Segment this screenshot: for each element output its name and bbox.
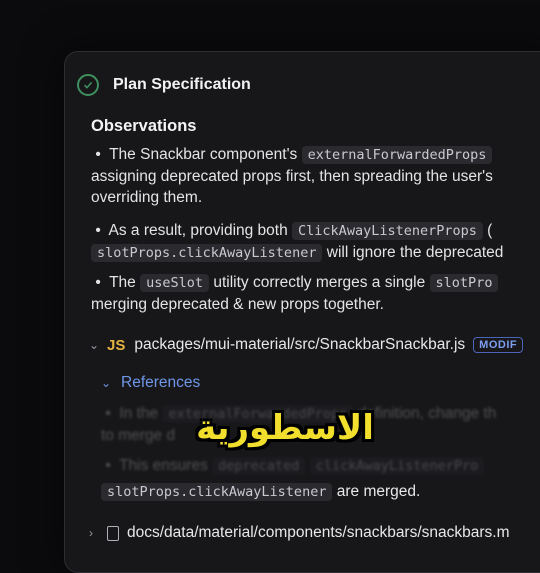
references-label[interactable]: References: [121, 374, 200, 392]
code-use-slot: useSlot: [140, 274, 210, 292]
code-clickaway-listener-props: ClickAwayListenerProps: [292, 222, 483, 240]
file-path[interactable]: packages/mui-material/src/SnackbarSnackb…: [134, 336, 465, 354]
bullet: •: [95, 274, 101, 291]
bullet: •: [105, 457, 111, 474]
code-slotpro: slotPro: [429, 274, 499, 292]
reference-2: • This ensures deprecated clickAwayListe…: [101, 455, 485, 477]
document-icon: [107, 525, 119, 541]
plan-specification-panel: Plan Specification Observations • The Sn…: [64, 51, 540, 573]
panel-header: Plan Specification: [77, 74, 251, 96]
obs2-text: As a result, providing both: [108, 222, 293, 239]
obs2-line2: will ignore the deprecated: [322, 244, 504, 261]
ref1-text: In the: [119, 405, 163, 422]
bullet: •: [95, 146, 101, 163]
obs2-paren: (: [482, 222, 493, 239]
js-file-icon: JS: [107, 336, 126, 354]
observation-1: • The Snackbar component's externalForwa…: [91, 144, 493, 208]
check-circle-icon: [77, 74, 99, 96]
code-ref2: deprecated: [212, 457, 306, 475]
code-slotprops-clickaway-2: slotProps.clickAwayListener: [101, 483, 333, 501]
obs1-line2: assigning deprecated props first, then s…: [91, 168, 493, 185]
reference-2-line2: slotProps.clickAwayListener are merged.: [101, 481, 420, 503]
observation-2: • As a result, providing both ClickAwayL…: [91, 220, 503, 264]
panel-title: Plan Specification: [113, 76, 251, 93]
obs3-line2: merging deprecated & new props together.: [91, 296, 384, 313]
chevron-down-icon[interactable]: ⌄: [101, 376, 115, 390]
obs1-text: The Snackbar component's: [109, 146, 302, 163]
code-external-forwarded-props: externalForwardedProps: [301, 146, 493, 164]
references-toggle[interactable]: ⌄ References: [101, 374, 200, 392]
obs3-mid: utility correctly merges a single: [209, 274, 430, 291]
chevron-down-icon[interactable]: ⌄: [89, 338, 103, 352]
obs3-text: The: [109, 274, 141, 291]
bullet: •: [95, 222, 101, 239]
code-ref2b: clickAwayListenerPro: [309, 457, 485, 475]
observation-3: • The useSlot utility correctly merges a…: [91, 272, 499, 315]
obs1-line3: overriding them.: [91, 189, 203, 206]
file-path-docs[interactable]: docs/data/material/components/snackbars/…: [127, 524, 510, 542]
bullet: •: [105, 405, 111, 422]
code-slotprops-clickaway: slotProps.clickAwayListener: [91, 244, 323, 262]
video-caption: الاسطورية: [196, 408, 374, 448]
observations-heading: Observations: [91, 117, 197, 135]
ref2-text: This ensures: [119, 457, 213, 474]
ref1-line2: to merge d: [101, 427, 176, 444]
file-row-docs[interactable]: › docs/data/material/components/snackbar…: [89, 524, 510, 542]
file-row-snackbar[interactable]: ⌄ JS packages/mui-material/src/SnackbarS…: [89, 336, 524, 354]
chevron-right-icon[interactable]: ›: [89, 526, 103, 540]
merged-text: are merged.: [332, 483, 421, 500]
modified-badge: MODIF: [473, 337, 524, 353]
